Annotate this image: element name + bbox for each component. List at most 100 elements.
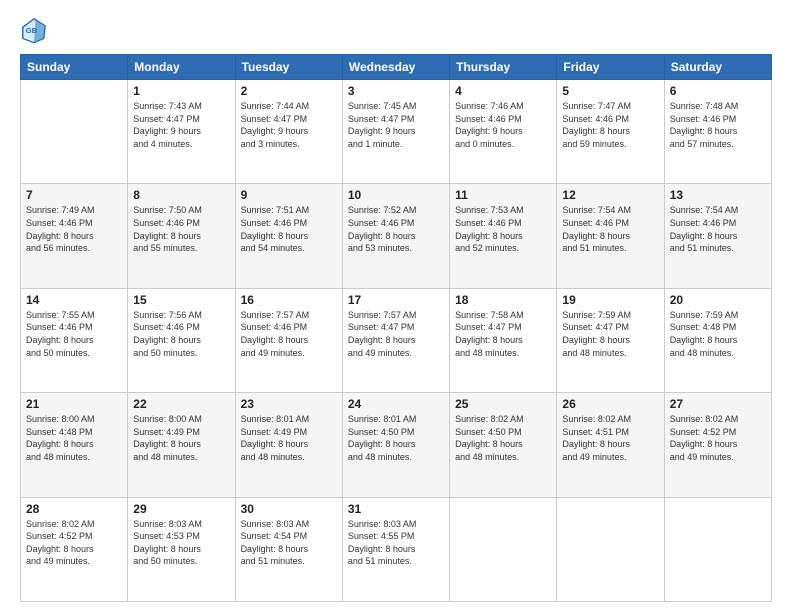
calendar-row: 28 Sunrise: 8:02 AM Sunset: 4:52 PM Dayli… bbox=[21, 497, 772, 601]
day-info: Sunrise: 7:59 AM Sunset: 4:48 PM Dayligh… bbox=[670, 309, 766, 359]
calendar-cell: 2 Sunrise: 7:44 AM Sunset: 4:47 PM Daylig… bbox=[235, 80, 342, 184]
calendar-day-header: Friday bbox=[557, 55, 664, 80]
calendar-cell bbox=[664, 497, 771, 601]
day-info: Sunrise: 8:01 AM Sunset: 4:49 PM Dayligh… bbox=[241, 413, 337, 463]
day-number: 6 bbox=[670, 84, 766, 98]
page: GB SundayMondayTuesdayWednesdayThursdayF… bbox=[0, 0, 792, 612]
day-info: Sunrise: 7:46 AM Sunset: 4:46 PM Dayligh… bbox=[455, 100, 551, 150]
day-info: Sunrise: 7:53 AM Sunset: 4:46 PM Dayligh… bbox=[455, 204, 551, 254]
calendar-cell: 5 Sunrise: 7:47 AM Sunset: 4:46 PM Daylig… bbox=[557, 80, 664, 184]
day-info: Sunrise: 7:45 AM Sunset: 4:47 PM Dayligh… bbox=[348, 100, 444, 150]
calendar-cell: 25 Sunrise: 8:02 AM Sunset: 4:50 PM Dayli… bbox=[450, 393, 557, 497]
day-info: Sunrise: 8:01 AM Sunset: 4:50 PM Dayligh… bbox=[348, 413, 444, 463]
calendar-day-header: Thursday bbox=[450, 55, 557, 80]
day-number: 20 bbox=[670, 293, 766, 307]
day-number: 26 bbox=[562, 397, 658, 411]
calendar-cell: 3 Sunrise: 7:45 AM Sunset: 4:47 PM Daylig… bbox=[342, 80, 449, 184]
day-info: Sunrise: 8:03 AM Sunset: 4:55 PM Dayligh… bbox=[348, 518, 444, 568]
day-info: Sunrise: 7:44 AM Sunset: 4:47 PM Dayligh… bbox=[241, 100, 337, 150]
calendar-cell: 7 Sunrise: 7:49 AM Sunset: 4:46 PM Daylig… bbox=[21, 184, 128, 288]
day-info: Sunrise: 7:51 AM Sunset: 4:46 PM Dayligh… bbox=[241, 204, 337, 254]
day-number: 16 bbox=[241, 293, 337, 307]
day-info: Sunrise: 7:59 AM Sunset: 4:47 PM Dayligh… bbox=[562, 309, 658, 359]
day-number: 30 bbox=[241, 502, 337, 516]
calendar-cell: 15 Sunrise: 7:56 AM Sunset: 4:46 PM Dayli… bbox=[128, 288, 235, 392]
day-info: Sunrise: 7:58 AM Sunset: 4:47 PM Dayligh… bbox=[455, 309, 551, 359]
day-info: Sunrise: 8:02 AM Sunset: 4:51 PM Dayligh… bbox=[562, 413, 658, 463]
day-info: Sunrise: 8:02 AM Sunset: 4:52 PM Dayligh… bbox=[26, 518, 122, 568]
calendar-cell: 24 Sunrise: 8:01 AM Sunset: 4:50 PM Dayli… bbox=[342, 393, 449, 497]
calendar-cell: 8 Sunrise: 7:50 AM Sunset: 4:46 PM Daylig… bbox=[128, 184, 235, 288]
calendar-cell: 16 Sunrise: 7:57 AM Sunset: 4:46 PM Dayli… bbox=[235, 288, 342, 392]
day-number: 11 bbox=[455, 188, 551, 202]
logo: GB bbox=[20, 16, 52, 44]
day-number: 31 bbox=[348, 502, 444, 516]
calendar-cell: 30 Sunrise: 8:03 AM Sunset: 4:54 PM Dayli… bbox=[235, 497, 342, 601]
day-info: Sunrise: 7:54 AM Sunset: 4:46 PM Dayligh… bbox=[670, 204, 766, 254]
calendar-cell: 14 Sunrise: 7:55 AM Sunset: 4:46 PM Dayli… bbox=[21, 288, 128, 392]
calendar-cell: 1Sunrise: 7:43 AM Sunset: 4:47 PM Daylig… bbox=[128, 80, 235, 184]
day-number: 17 bbox=[348, 293, 444, 307]
calendar-cell: 23 Sunrise: 8:01 AM Sunset: 4:49 PM Dayli… bbox=[235, 393, 342, 497]
day-number: 4 bbox=[455, 84, 551, 98]
calendar-header-row: SundayMondayTuesdayWednesdayThursdayFrid… bbox=[21, 55, 772, 80]
day-number: 1 bbox=[133, 84, 229, 98]
calendar-day-header: Sunday bbox=[21, 55, 128, 80]
calendar-day-header: Saturday bbox=[664, 55, 771, 80]
calendar-cell: 19Sunrise: 7:59 AM Sunset: 4:47 PM Dayli… bbox=[557, 288, 664, 392]
calendar-day-header: Monday bbox=[128, 55, 235, 80]
day-number: 2 bbox=[241, 84, 337, 98]
day-info: Sunrise: 7:52 AM Sunset: 4:46 PM Dayligh… bbox=[348, 204, 444, 254]
day-number: 7 bbox=[26, 188, 122, 202]
day-number: 24 bbox=[348, 397, 444, 411]
day-info: Sunrise: 7:47 AM Sunset: 4:46 PM Dayligh… bbox=[562, 100, 658, 150]
day-info: Sunrise: 8:02 AM Sunset: 4:52 PM Dayligh… bbox=[670, 413, 766, 463]
day-info: Sunrise: 7:50 AM Sunset: 4:46 PM Dayligh… bbox=[133, 204, 229, 254]
day-number: 22 bbox=[133, 397, 229, 411]
calendar-cell: 6 Sunrise: 7:48 AM Sunset: 4:46 PM Daylig… bbox=[664, 80, 771, 184]
calendar-cell: 10Sunrise: 7:52 AM Sunset: 4:46 PM Dayli… bbox=[342, 184, 449, 288]
day-number: 25 bbox=[455, 397, 551, 411]
day-number: 9 bbox=[241, 188, 337, 202]
day-number: 8 bbox=[133, 188, 229, 202]
day-number: 15 bbox=[133, 293, 229, 307]
calendar-cell: 18Sunrise: 7:58 AM Sunset: 4:47 PM Dayli… bbox=[450, 288, 557, 392]
svg-text:GB: GB bbox=[26, 26, 38, 35]
day-info: Sunrise: 7:49 AM Sunset: 4:46 PM Dayligh… bbox=[26, 204, 122, 254]
calendar-row: 1Sunrise: 7:43 AM Sunset: 4:47 PM Daylig… bbox=[21, 80, 772, 184]
calendar-cell: 31 Sunrise: 8:03 AM Sunset: 4:55 PM Dayli… bbox=[342, 497, 449, 601]
calendar-cell bbox=[450, 497, 557, 601]
day-info: Sunrise: 7:56 AM Sunset: 4:46 PM Dayligh… bbox=[133, 309, 229, 359]
day-info: Sunrise: 7:48 AM Sunset: 4:46 PM Dayligh… bbox=[670, 100, 766, 150]
day-number: 14 bbox=[26, 293, 122, 307]
calendar-cell: 28 Sunrise: 8:02 AM Sunset: 4:52 PM Dayli… bbox=[21, 497, 128, 601]
calendar-table: SundayMondayTuesdayWednesdayThursdayFrid… bbox=[20, 54, 772, 602]
day-number: 3 bbox=[348, 84, 444, 98]
calendar-cell bbox=[557, 497, 664, 601]
day-number: 12 bbox=[562, 188, 658, 202]
calendar-cell: 29Sunrise: 8:03 AM Sunset: 4:53 PM Dayli… bbox=[128, 497, 235, 601]
day-info: Sunrise: 7:55 AM Sunset: 4:46 PM Dayligh… bbox=[26, 309, 122, 359]
day-number: 23 bbox=[241, 397, 337, 411]
calendar-cell: 4 Sunrise: 7:46 AM Sunset: 4:46 PM Daylig… bbox=[450, 80, 557, 184]
header: GB bbox=[20, 16, 772, 44]
calendar-cell: 21Sunrise: 8:00 AM Sunset: 4:48 PM Dayli… bbox=[21, 393, 128, 497]
calendar-cell: 20 Sunrise: 7:59 AM Sunset: 4:48 PM Dayli… bbox=[664, 288, 771, 392]
calendar-row: 21Sunrise: 8:00 AM Sunset: 4:48 PM Dayli… bbox=[21, 393, 772, 497]
calendar-cell bbox=[21, 80, 128, 184]
day-info: Sunrise: 8:03 AM Sunset: 4:54 PM Dayligh… bbox=[241, 518, 337, 568]
day-number: 21 bbox=[26, 397, 122, 411]
day-info: Sunrise: 8:03 AM Sunset: 4:53 PM Dayligh… bbox=[133, 518, 229, 568]
calendar-cell: 12Sunrise: 7:54 AM Sunset: 4:46 PM Dayli… bbox=[557, 184, 664, 288]
calendar-cell: 27Sunrise: 8:02 AM Sunset: 4:52 PM Dayli… bbox=[664, 393, 771, 497]
day-number: 28 bbox=[26, 502, 122, 516]
calendar-cell: 9 Sunrise: 7:51 AM Sunset: 4:46 PM Daylig… bbox=[235, 184, 342, 288]
day-info: Sunrise: 7:57 AM Sunset: 4:46 PM Dayligh… bbox=[241, 309, 337, 359]
day-info: Sunrise: 8:00 AM Sunset: 4:49 PM Dayligh… bbox=[133, 413, 229, 463]
calendar-day-header: Wednesday bbox=[342, 55, 449, 80]
calendar-row: 14 Sunrise: 7:55 AM Sunset: 4:46 PM Dayli… bbox=[21, 288, 772, 392]
day-info: Sunrise: 8:02 AM Sunset: 4:50 PM Dayligh… bbox=[455, 413, 551, 463]
calendar-cell: 11 Sunrise: 7:53 AM Sunset: 4:46 PM Dayli… bbox=[450, 184, 557, 288]
calendar-cell: 26 Sunrise: 8:02 AM Sunset: 4:51 PM Dayli… bbox=[557, 393, 664, 497]
day-number: 5 bbox=[562, 84, 658, 98]
